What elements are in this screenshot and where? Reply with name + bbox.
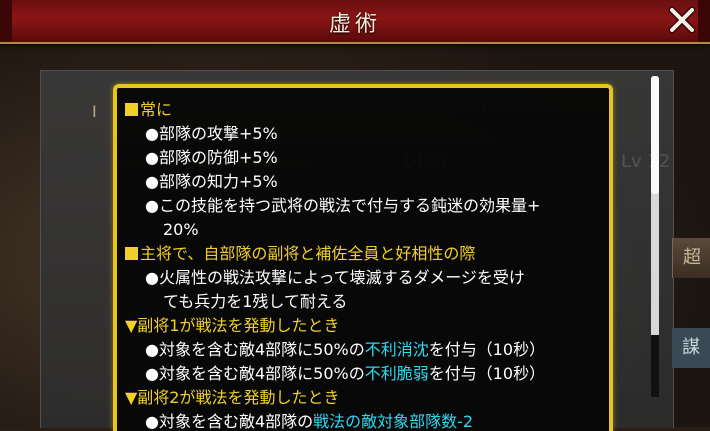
square-bullet-icon — [125, 103, 138, 116]
effect-line: ●部隊の防御+5% — [145, 148, 278, 167]
section-header-vice2: ▼副将2が戦法を発動したとき — [125, 388, 340, 407]
effect-line: ●対象を含む敵4部隊の戦法の敵対象部隊数-2 — [145, 412, 474, 431]
section-header-vice1: ▼副将1が戦法を発動したとき — [125, 316, 340, 335]
section-header-always: 常に — [125, 98, 603, 122]
tooltip-content: 常に ●部隊の攻撃+5% ●部隊の防御+5% ●部隊の知力+5% ●この技能を持… — [125, 98, 603, 431]
status-keyword: 不利消沈 — [364, 340, 429, 359]
effect-line: ●対象を含む敵4部隊に50%の不利脆弱を付与（10秒） — [145, 364, 546, 383]
scrollbar-thumb[interactable] — [651, 76, 659, 194]
effect-line: ●火属性の戦法攻撃によって壊滅するダメージを受け — [145, 268, 525, 287]
section-header-commander: 主将で、自部隊の副将と補佐全員と好相性の際 — [125, 242, 603, 266]
close-button[interactable] — [666, 4, 698, 36]
list-marker: I — [92, 102, 97, 121]
close-icon — [668, 6, 696, 34]
dialog-title: 虚術 — [328, 12, 381, 37]
effect-line: ●対象を含む敵4部隊に50%の不利消沈を付与（10秒） — [145, 340, 546, 359]
skill-tooltip: 常に ●部隊の攻撃+5% ●部隊の防御+5% ●部隊の知力+5% ●この技能を持… — [113, 84, 613, 431]
effect-line: ●部隊の知力+5% — [145, 172, 278, 191]
dialog-title-bar: 虚術 — [0, 0, 710, 44]
side-button-super: 超 — [672, 238, 710, 278]
status-keyword: 不利脆弱 — [364, 364, 429, 383]
square-bullet-icon — [125, 247, 138, 260]
effect-line-continuation: 20% — [163, 220, 199, 239]
status-keyword: 戦法の敵対象部隊数-2 — [313, 412, 474, 431]
side-button-strategy: 謀 — [672, 328, 710, 368]
effect-line: ●この技能を持つ武将の戦法で付与する鈍迷の効果量+ — [145, 196, 541, 215]
scrollbar-lower — [651, 335, 659, 397]
background-stat: Lv 12 — [621, 151, 671, 172]
effect-line-continuation: ても兵力を1残して耐える — [163, 292, 348, 311]
effect-line: ●部隊の攻撃+5% — [145, 124, 278, 143]
